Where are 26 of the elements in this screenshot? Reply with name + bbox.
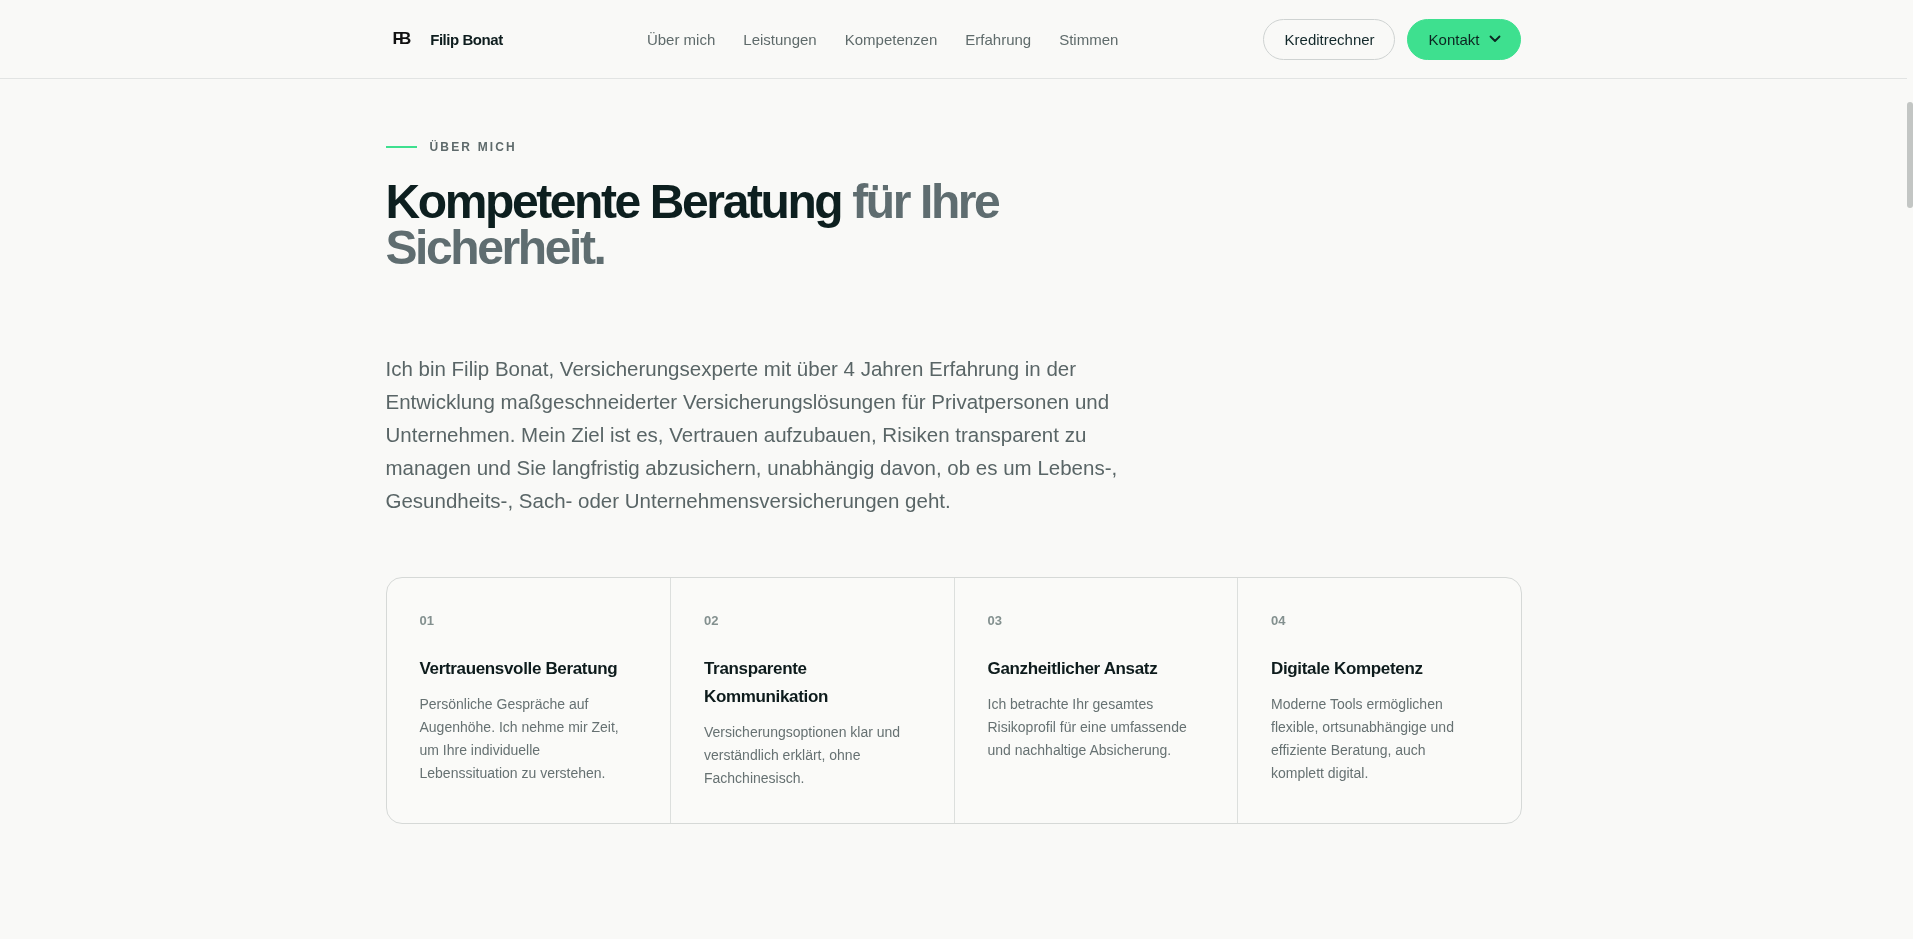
accent-line bbox=[385, 146, 417, 148]
feature-number: 03 bbox=[987, 612, 1003, 630]
brand-name[interactable]: Filip Bonat bbox=[430, 30, 503, 48]
nav-link[interactable]: Stimmen bbox=[1059, 30, 1119, 48]
nav-link[interactable]: Leistungen bbox=[743, 30, 817, 48]
feature-title: Digitale Kompetenz bbox=[1271, 658, 1424, 680]
feature-description: Ich betrachte Ihr gesamtes Risikoprofil für eine umfassende und nachhaltige Absicherung. bbox=[987, 695, 1188, 760]
intro-paragraph: Ich bin Filip Bonat, Versicherungsexperte mit über 4 Jahren Erfahrung in der Entwicklung maßgeschneiderter Versicherungslösungen für Privatpersonen und Unternehmen. Mein Ziel ist es, Vertrauen aufzubauen, Risiken transparent zu managen und Sie langfristig abzusichern, unabhängig davon, ob es um Lebens-, Gesundheits-, Sach- oder Unternehmensversicherungen geht. bbox=[385, 356, 1119, 514]
feature-description: Moderne Tools ermöglichen flexible, ortsunabhängige und effiziente Beratung, auch komplett digital. bbox=[1271, 695, 1455, 783]
feature-title: Transparente Kommunikation bbox=[704, 658, 830, 708]
contact-button[interactable]: Kontakt bbox=[1406, 18, 1522, 60]
nav-link[interactable]: Über mich bbox=[646, 30, 716, 48]
section-heading: Kompetente Beratung für Ihre Sicherheit. bbox=[385, 179, 1000, 271]
nav-link[interactable]: Kompetenzen bbox=[844, 30, 938, 48]
feature-number: 04 bbox=[1271, 612, 1287, 630]
feature-number: 02 bbox=[704, 612, 720, 630]
logo-mark[interactable]: FB bbox=[391, 28, 416, 50]
feature-number: 01 bbox=[419, 612, 435, 630]
feature-title: Ganzheitlicher Ansatz bbox=[987, 658, 1159, 680]
chevron-down-icon bbox=[1489, 35, 1502, 43]
nav-link[interactable]: Erfahrung bbox=[965, 30, 1032, 48]
feature-description: Persönliche Gespräche auf Augenhöhe. Ich nehme mir Zeit, um Ihre individuelle Lebenssituation zu verstehen. bbox=[419, 695, 620, 783]
feature-description: Versicherungsoptionen klar und verständlich erklärt, ohne Fachchinesisch. bbox=[704, 723, 902, 788]
feature-title: Vertrauensvolle Beratung bbox=[419, 658, 619, 680]
scrollbar-thumb[interactable] bbox=[1907, 102, 1913, 208]
eyebrow-label: ÜBER MICH bbox=[429, 140, 517, 154]
